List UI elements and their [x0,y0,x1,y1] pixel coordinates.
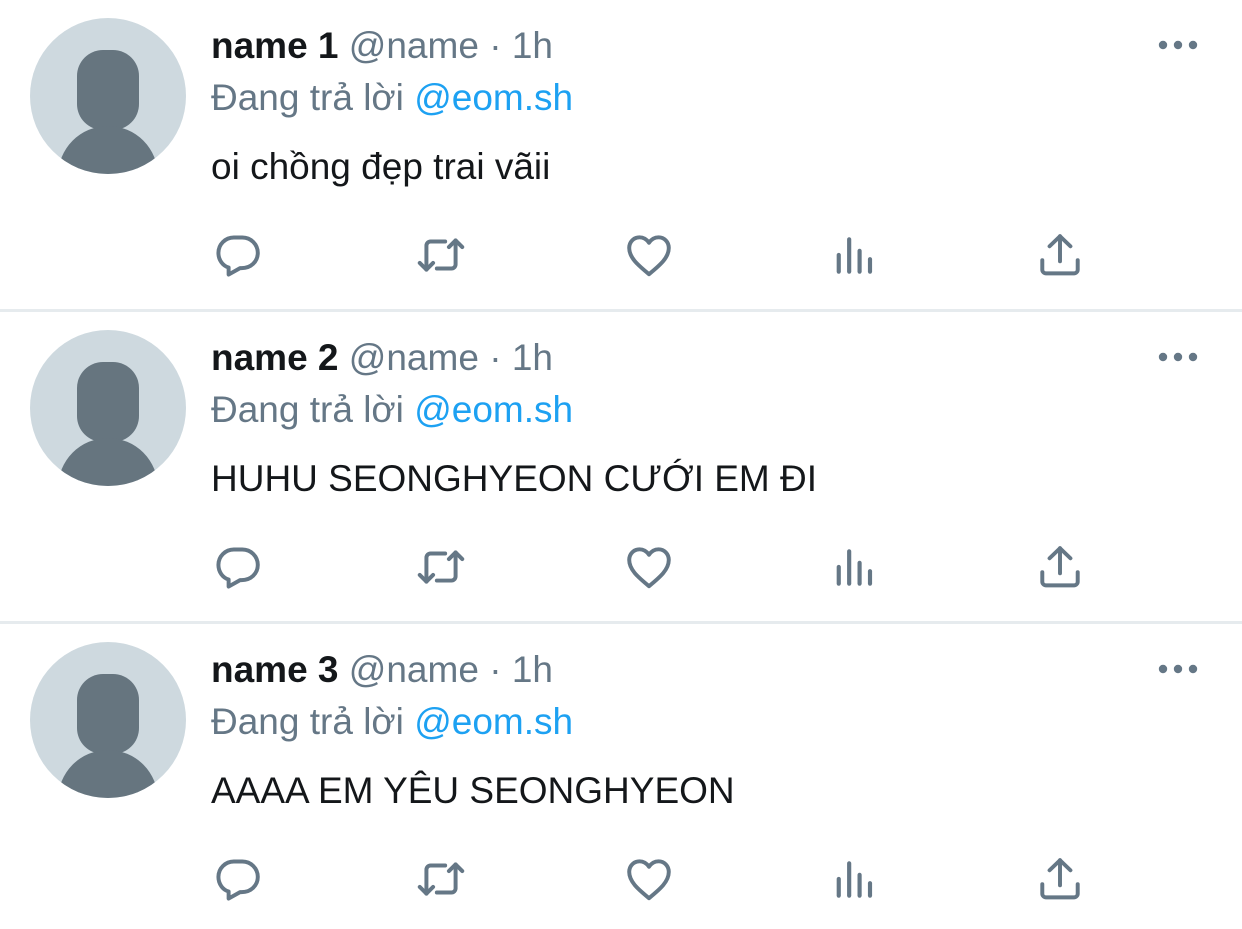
share-icon[interactable] [1035,542,1085,592]
avatar-head [77,50,139,130]
reply-prefix: Đang trả lời [211,389,404,430]
tweet[interactable]: name 2 @name · 1h Đang trả lời @eom.sh H… [0,312,1242,624]
avatar[interactable] [30,330,186,486]
timestamp[interactable]: 1h [512,649,553,690]
separator-dot: · [489,649,502,690]
timestamp[interactable]: 1h [512,337,553,378]
avatar[interactable] [30,18,186,174]
timestamp[interactable]: 1h [512,25,553,66]
user-handle[interactable]: @name [349,649,479,690]
reply-mention-link[interactable]: @eom.sh [414,701,573,742]
like-icon[interactable] [624,542,674,592]
views-icon[interactable] [830,230,880,280]
reply-icon[interactable] [213,854,263,904]
retweet-icon[interactable] [416,854,466,904]
reply-prefix: Đang trả lời [211,77,404,118]
like-icon[interactable] [624,230,674,280]
retweet-icon[interactable] [416,230,466,280]
like-icon[interactable] [624,854,674,904]
reply-icon[interactable] [213,542,263,592]
tweet-text: HUHU SEONGHYEON CƯỚI EM ĐI [211,458,818,499]
tweet-header: name 1 @name · 1h [211,24,553,68]
tweet-header: name 2 @name · 1h [211,336,553,380]
user-handle[interactable]: @name [349,337,479,378]
tweet[interactable]: name 3 @name · 1h Đang trả lời @eom.sh A… [0,624,1242,929]
views-icon[interactable] [830,854,880,904]
avatar-body [58,438,158,486]
share-icon[interactable] [1035,854,1085,904]
display-name[interactable]: name 3 [211,649,339,690]
avatar-head [77,362,139,442]
avatar-body [58,126,158,174]
reply-context: Đang trả lời @eom.sh [211,700,573,744]
more-icon[interactable] [1156,654,1200,684]
tweet-text: oi chồng đẹp trai vãii [211,146,551,187]
more-icon[interactable] [1156,342,1200,372]
reply-context: Đang trả lời @eom.sh [211,76,573,120]
more-icon[interactable] [1156,30,1200,60]
share-icon[interactable] [1035,230,1085,280]
avatar-head [77,674,139,754]
retweet-icon[interactable] [416,542,466,592]
separator-dot: · [489,337,502,378]
reply-feed: name 1 @name · 1h Đang trả lời @eom.sh o… [0,0,1242,929]
views-icon[interactable] [830,542,880,592]
reply-mention-link[interactable]: @eom.sh [414,77,573,118]
reply-mention-link[interactable]: @eom.sh [414,389,573,430]
reply-prefix: Đang trả lời [211,701,404,742]
separator-dot: · [489,25,502,66]
tweet-text: AAAA EM YÊU SEONGHYEON [211,770,735,811]
tweet-header: name 3 @name · 1h [211,648,553,692]
user-handle[interactable]: @name [349,25,479,66]
avatar-body [58,750,158,798]
avatar[interactable] [30,642,186,798]
reply-icon[interactable] [213,230,263,280]
display-name[interactable]: name 1 [211,25,339,66]
tweet[interactable]: name 1 @name · 1h Đang trả lời @eom.sh o… [0,0,1242,312]
reply-context: Đang trả lời @eom.sh [211,388,573,432]
display-name[interactable]: name 2 [211,337,339,378]
